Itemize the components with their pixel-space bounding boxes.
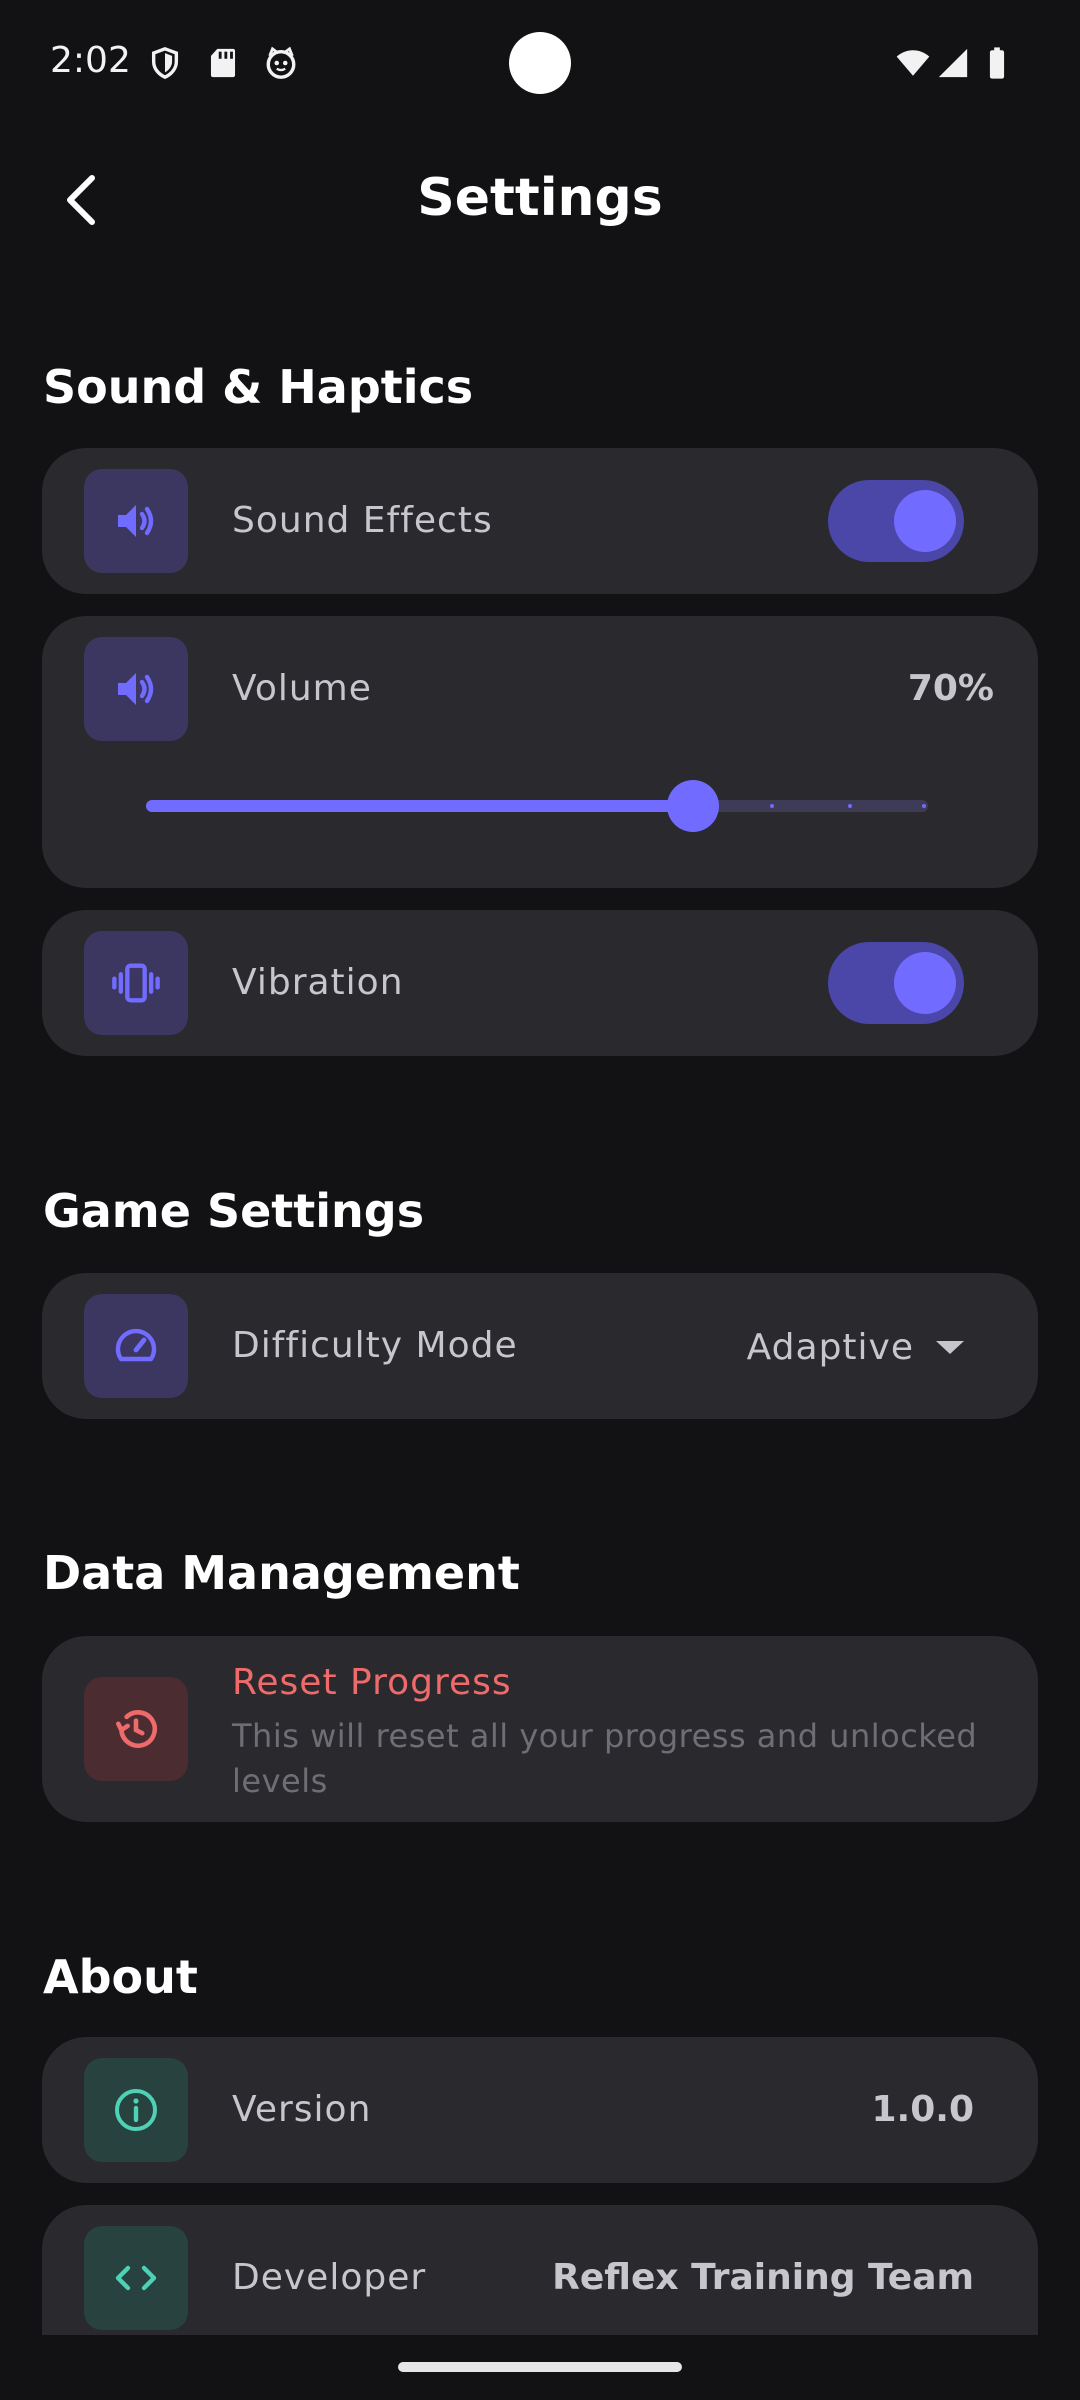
slider-tick xyxy=(848,804,852,808)
info-icon xyxy=(115,2089,157,2131)
toggle-knob xyxy=(894,952,956,1014)
slider-tick xyxy=(922,804,926,808)
section-title-game-settings: Game Settings xyxy=(43,1184,425,1238)
speaker-icon xyxy=(118,505,154,537)
settings-screen: 2:02 Settings Sound & Haptics Sound Effe… xyxy=(0,0,1080,2400)
vibration-label: Vibration xyxy=(232,962,404,1003)
slider-tick xyxy=(770,804,774,808)
difficulty-dropdown[interactable]: Adaptive xyxy=(747,1317,964,1377)
signal-icon xyxy=(938,48,968,78)
reset-icon-box xyxy=(84,1677,188,1781)
volume-label: Volume xyxy=(232,668,372,709)
version-label: Version xyxy=(232,2089,372,2130)
code-icon xyxy=(115,2265,157,2291)
reset-progress-label: Reset Progress xyxy=(232,1662,512,1703)
battery-icon xyxy=(989,47,1005,79)
sound-effects-toggle[interactable] xyxy=(828,480,964,562)
sd-card-icon xyxy=(210,48,236,78)
volume-slider[interactable] xyxy=(146,780,928,832)
reset-progress-description: This will reset all your progress and un… xyxy=(232,1717,978,1800)
front-camera xyxy=(509,32,571,94)
toggle-knob xyxy=(894,490,956,552)
vibration-icon-box xyxy=(84,931,188,1035)
version-row: Version 1.0.0 xyxy=(42,2037,1038,2183)
version-value: 1.0.0 xyxy=(871,2089,975,2130)
section-title-data-management: Data Management xyxy=(43,1546,520,1600)
volume-value: 70% xyxy=(907,668,994,709)
volume-slider-thumb[interactable] xyxy=(667,780,719,832)
developer-icon-box xyxy=(84,2226,188,2330)
section-title-about: About xyxy=(43,1950,198,2004)
page-title: Settings xyxy=(417,168,663,228)
status-time: 2:02 xyxy=(50,40,131,81)
history-icon xyxy=(116,1710,157,1748)
vibration-row[interactable]: Vibration xyxy=(42,910,1038,1056)
speaker-icon xyxy=(118,673,154,705)
difficulty-row[interactable]: Difficulty Mode Adaptive xyxy=(42,1273,1038,1419)
cat-face-icon xyxy=(266,46,296,79)
difficulty-selected: Adaptive xyxy=(746,1326,914,1368)
vibration-icon xyxy=(112,963,160,1003)
shield-icon xyxy=(151,47,179,80)
speedometer-icon xyxy=(115,1328,157,1362)
developer-value: Reflex Training Team xyxy=(552,2257,974,2298)
volume-row: Volume 70% xyxy=(42,616,1038,888)
difficulty-label: Difficulty Mode xyxy=(232,1325,518,1366)
reset-progress-row[interactable]: Reset Progress This will reset all your … xyxy=(42,1636,1038,1822)
version-icon-box xyxy=(84,2058,188,2162)
section-title-sound-haptics: Sound & Haptics xyxy=(43,360,474,414)
home-indicator[interactable] xyxy=(398,2362,682,2372)
developer-row: Developer Reflex Training Team xyxy=(42,2205,1038,2335)
sound-effects-row[interactable]: Sound Effects xyxy=(42,448,1038,594)
sound-effects-label: Sound Effects xyxy=(232,500,493,541)
developer-label: Developer xyxy=(232,2257,427,2298)
volume-icon-box xyxy=(84,637,188,741)
volume-slider-fill xyxy=(146,800,693,812)
sound-effects-icon-box xyxy=(84,469,188,573)
difficulty-icon-box xyxy=(84,1294,188,1398)
caret-down-icon xyxy=(936,1341,964,1354)
vibration-toggle[interactable] xyxy=(828,942,964,1024)
status-bar: 2:02 xyxy=(0,0,1080,130)
wifi-icon xyxy=(896,50,930,76)
